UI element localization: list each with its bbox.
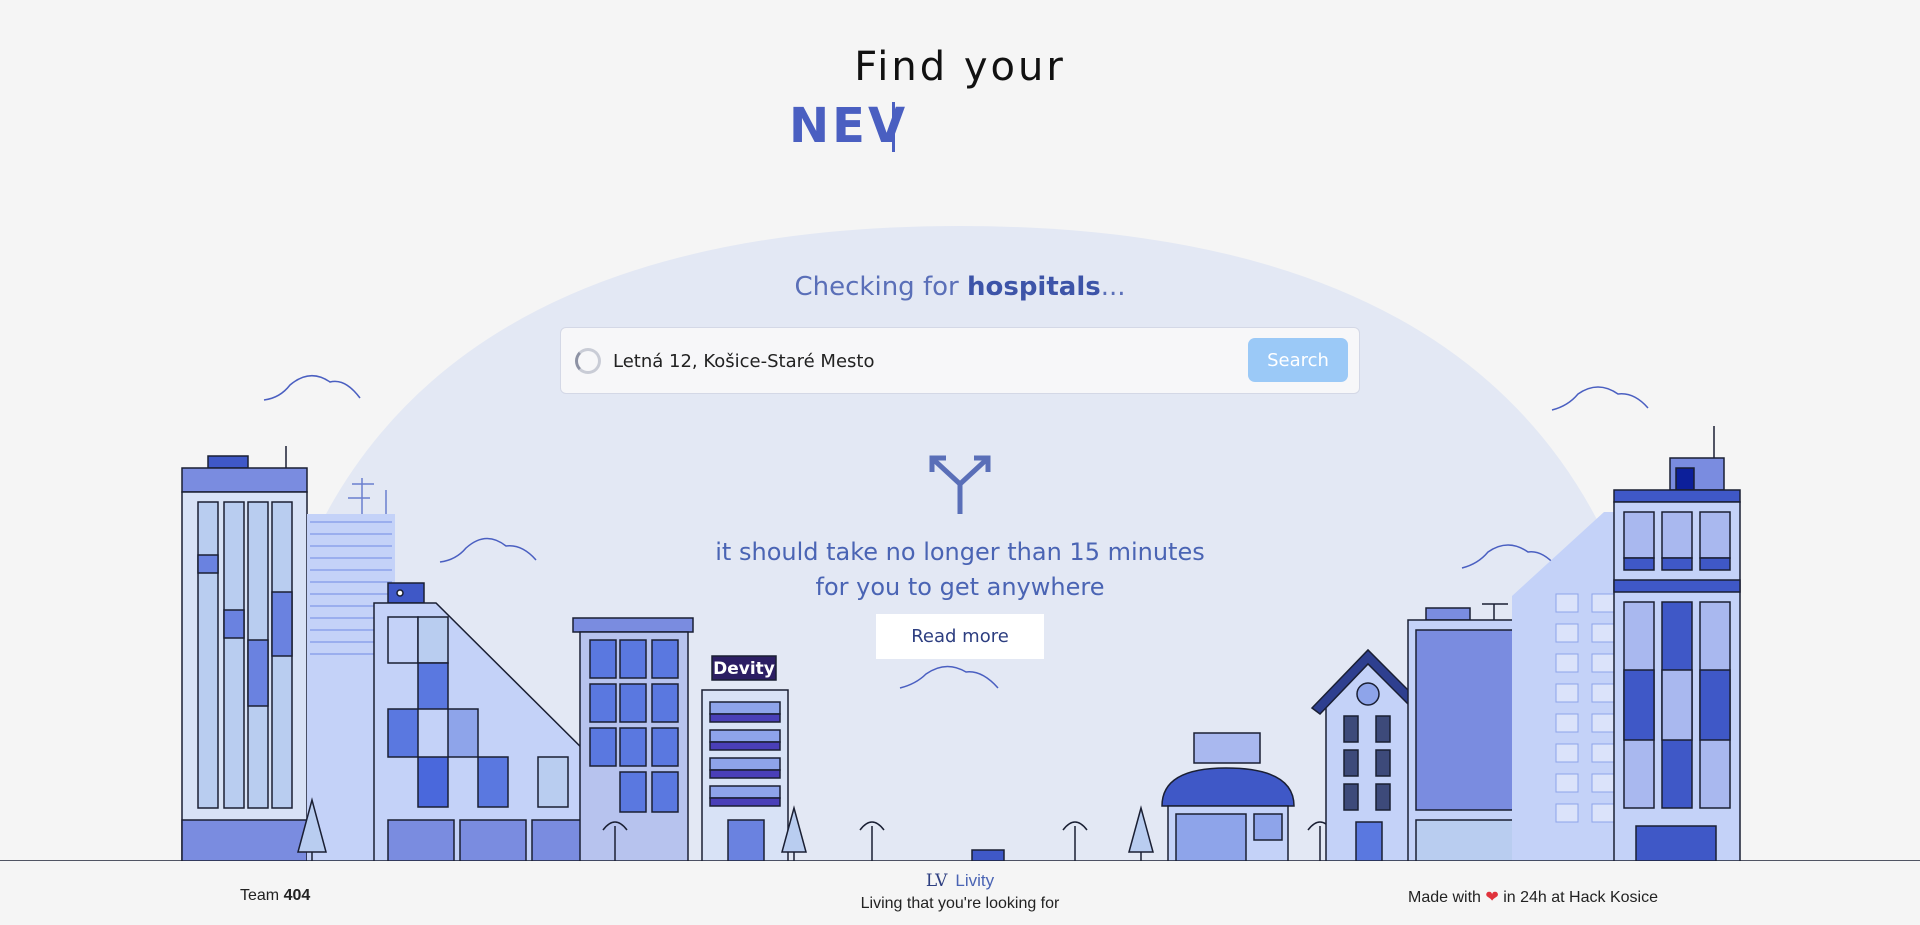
footer: Team 404 LV Livity Living that you're loo… (0, 861, 1920, 925)
made-prefix: Made with (1408, 889, 1486, 906)
grid-building (572, 617, 694, 862)
brand-name: Livity (955, 871, 995, 890)
devity-sign: Devity (713, 659, 775, 679)
background-tower-right (1512, 512, 1620, 862)
devity-building: Devity (701, 655, 789, 862)
livity-logo-icon: LV (925, 871, 948, 891)
market-kiosk (1161, 732, 1295, 862)
right-tower (1613, 426, 1741, 862)
heart-icon: ❤ (1485, 889, 1499, 906)
made-suffix: in 24h at Hack Kosice (1498, 889, 1658, 906)
left-tower (181, 446, 308, 862)
made-with-note: Made with ❤ in 24h at Hack Kosice (1408, 887, 1658, 907)
city-illustration: Devity (0, 375, 1920, 862)
glass-building (1407, 603, 1523, 862)
